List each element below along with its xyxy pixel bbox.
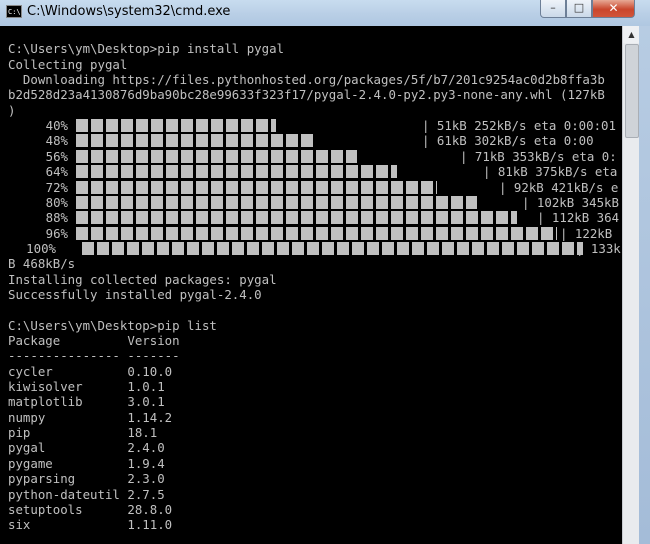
progress-row: 56% | 71kB 353kB/s eta 0: (0, 149, 622, 164)
maximize-button[interactable]: □ (566, 0, 592, 18)
console-line: Successfully installed pygal-2.4.0 (8, 286, 262, 302)
progress-row: 100% | 133k (0, 241, 622, 256)
progress-bar (76, 149, 357, 163)
console-line: B 468kB/s (8, 256, 76, 272)
progress-row: 48% | 61kB 302kB/s eta 0:00 (0, 133, 622, 148)
progress-bar (76, 165, 397, 179)
progress-percent: 100% (26, 240, 56, 256)
progress-percent: 72% (45, 179, 68, 195)
progress-bar (76, 180, 437, 194)
progress-percent: 96% (45, 225, 68, 241)
console-line: Downloading https://files.pythonhosted.o… (8, 72, 605, 88)
progress-status: | 102kB 345kB (522, 194, 619, 210)
progress-status: | 92kB 421kB/s e (499, 179, 619, 195)
progress-percent: 40% (45, 118, 68, 134)
progress-percent: 56% (45, 148, 68, 164)
window-title: C:\Windows\system32\cmd.exe (27, 4, 231, 19)
progress-bar (76, 134, 316, 148)
console-line: pip 18.1 (8, 425, 158, 441)
progress-row: 88% | 112kB 364 (0, 210, 622, 225)
console-line: pygame 1.9.4 (8, 455, 165, 471)
progress-bar (76, 195, 477, 209)
progress-bar (82, 241, 583, 255)
console-line: python-dateutil 2.7.5 (8, 486, 165, 502)
progress-row: 72% | 92kB 421kB/s e (0, 180, 622, 195)
console-line: pyparsing 2.3.0 (8, 471, 165, 487)
progress-status: | 112kB 364 (537, 210, 620, 226)
progress-percent: 64% (45, 164, 68, 180)
console-line: numpy 1.14.2 (8, 409, 173, 425)
console-line: --------------- ------- (8, 348, 180, 364)
minimize-button[interactable]: – (540, 0, 566, 18)
progress-row: 40% | 51kB 252kB/s eta 0:00:01 (0, 118, 622, 133)
scroll-up-arrow-icon[interactable]: ▲ (623, 26, 640, 43)
progress-status: | 122kB (560, 225, 613, 241)
title-bar[interactable]: C:\ C:\Windows\system32\cmd.exe – □ ✕ (0, 0, 650, 26)
console-line: setuptools 28.8.0 (8, 501, 173, 517)
window-frame-right (639, 26, 650, 544)
progress-row: 96% | 122kB (0, 226, 622, 241)
console-line: Collecting pygal (8, 56, 128, 72)
console-line: matplotlib 3.0.1 (8, 394, 165, 410)
console-line: Installing collected packages: pygal (8, 271, 277, 287)
progress-percent: 88% (45, 210, 68, 226)
console-line: six 1.11.0 (8, 517, 173, 533)
console-output[interactable]: C:\Users\ym\Desktop>pip install pygal Col… (0, 26, 622, 544)
console-line: cycler 0.10.0 (8, 363, 173, 379)
close-button[interactable]: ✕ (592, 0, 635, 18)
console-line: b2d528d23a4130876d9ba90bc28e99633f323f17… (8, 87, 605, 103)
progress-status: | 51kB 252kB/s eta 0:00:01 (422, 118, 616, 134)
progress-bar (76, 119, 276, 133)
console-line: pygal 2.4.0 (8, 440, 165, 456)
console-line: Package Version (8, 333, 180, 348)
progress-row: 80% | 102kB 345kB (0, 195, 622, 210)
console-line: C:\Users\ym\Desktop>pip install pygal (8, 41, 285, 57)
progress-status: | 61kB 302kB/s eta 0:00 (422, 133, 594, 149)
cmd-window: C:\ C:\Windows\system32\cmd.exe – □ ✕ C:… (0, 0, 650, 544)
progress-status: | 133k (576, 240, 621, 256)
console-line: kiwisolver 1.0.1 (8, 379, 165, 395)
progress-row: 64% | 81kB 375kB/s eta (0, 164, 622, 179)
progress-percent: 48% (45, 133, 68, 149)
vertical-scrollbar[interactable]: ▲ (622, 26, 640, 544)
console-line: ) (8, 102, 16, 118)
cmd-app-icon[interactable]: C:\ (6, 5, 22, 18)
progress-bar (76, 226, 557, 240)
progress-percent: 80% (45, 194, 68, 210)
console-line: C:\Users\ym\Desktop>pip list (8, 317, 217, 333)
scrollbar-thumb[interactable] (625, 44, 639, 138)
progress-bar (76, 211, 517, 225)
progress-status: | 71kB 353kB/s eta 0: (460, 148, 617, 164)
progress-status: | 81kB 375kB/s eta (483, 164, 618, 180)
